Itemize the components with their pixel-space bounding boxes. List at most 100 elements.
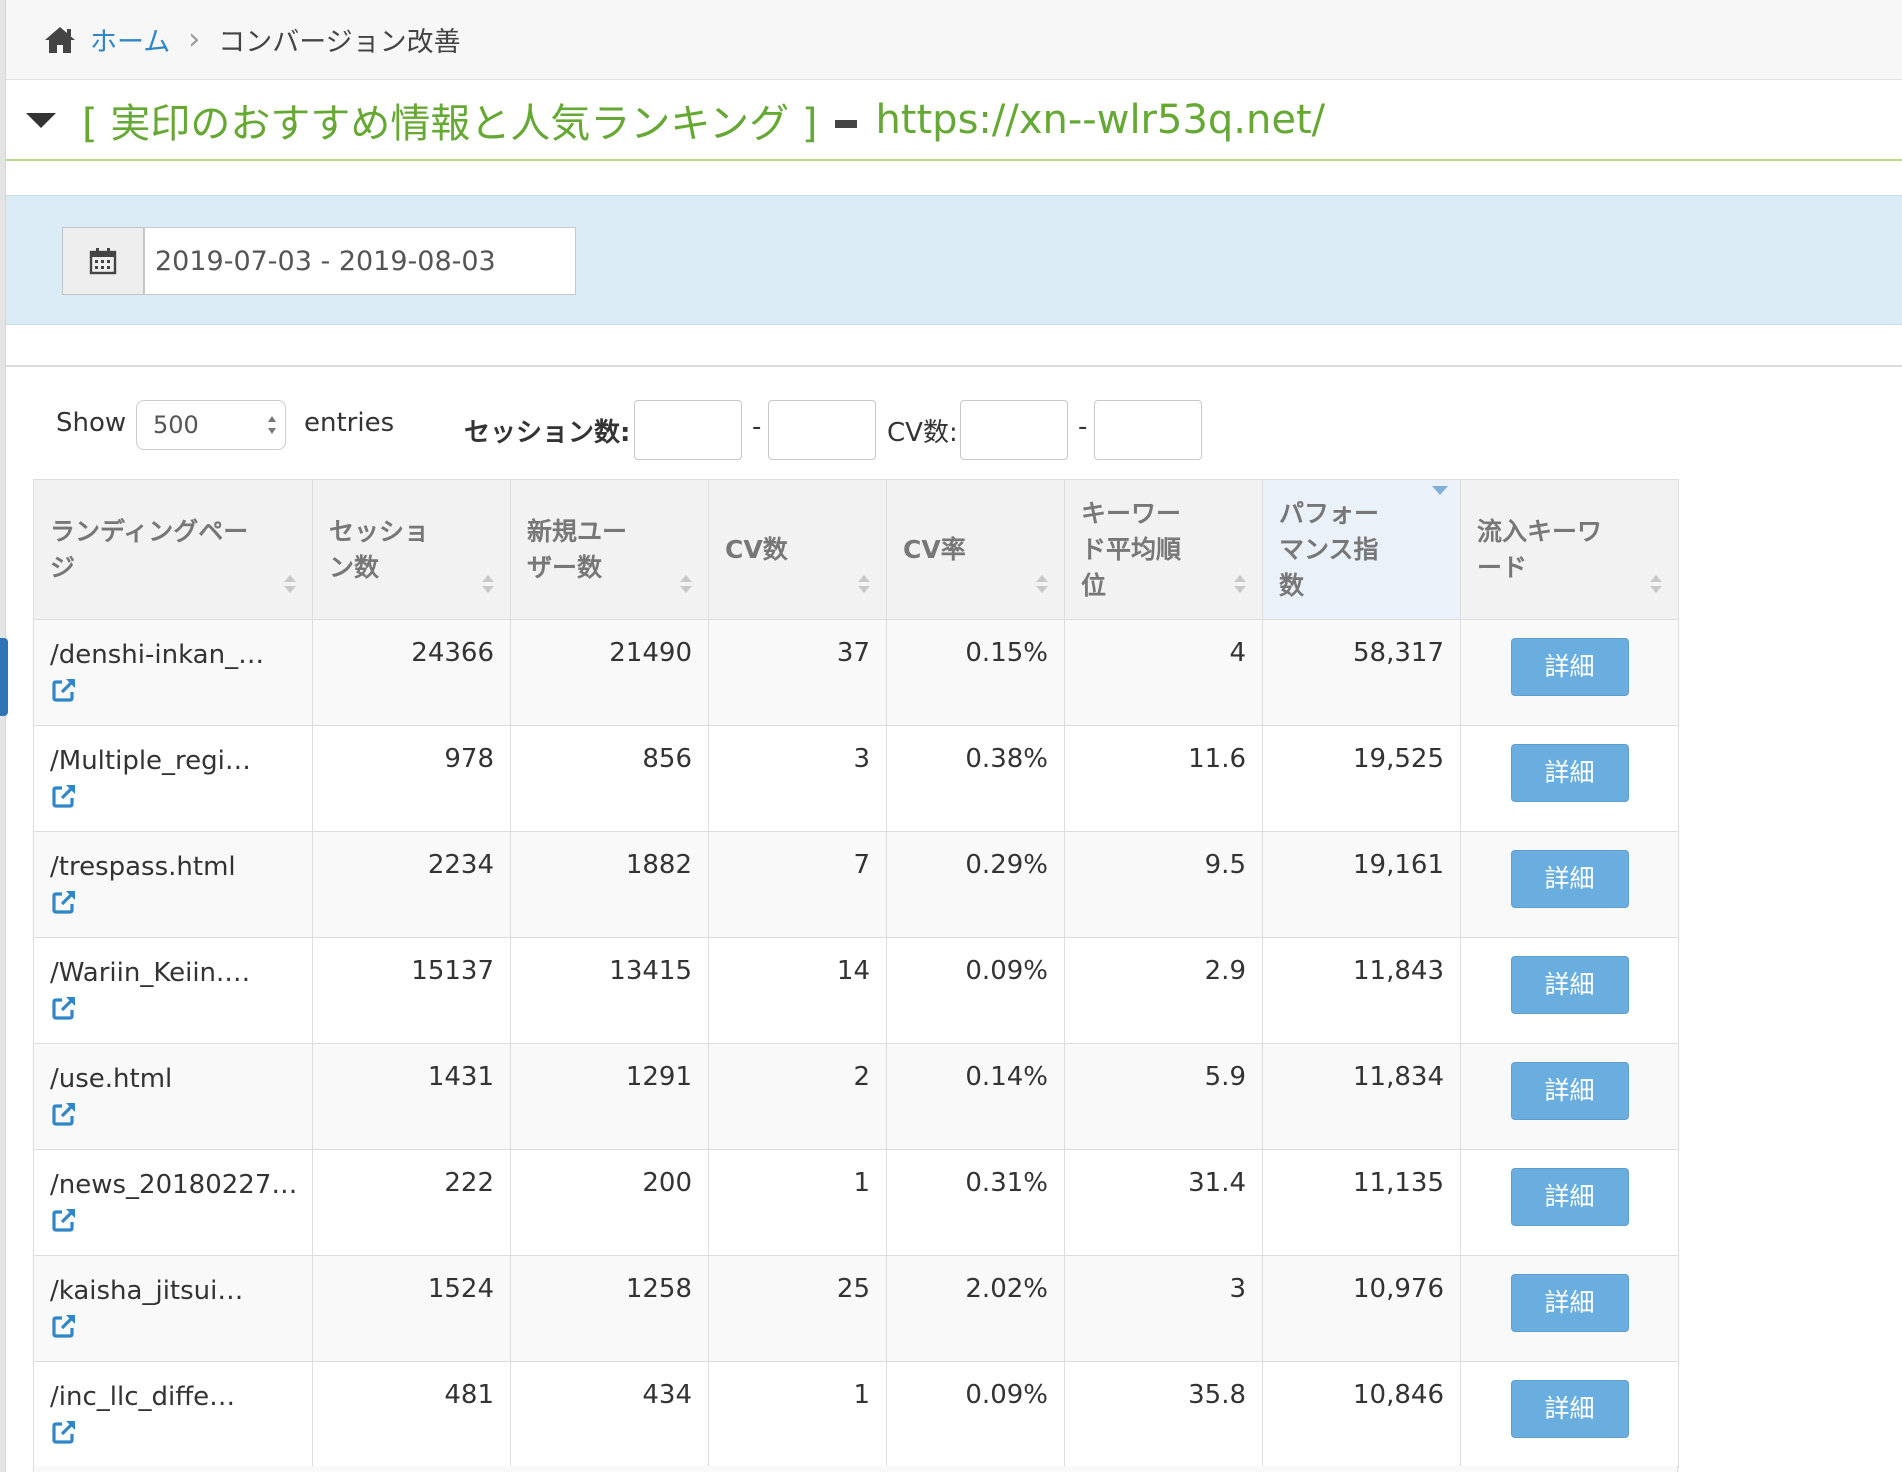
title-dash	[835, 120, 858, 128]
cell-cv_rate: 0.09%	[886, 1361, 1065, 1468]
column-header-new_users[interactable]: 新規ユーザー数	[510, 479, 709, 620]
column-header-cv_rate[interactable]: CV率	[886, 479, 1065, 620]
table-continuation	[33, 1466, 1678, 1472]
column-header-label: CV数	[725, 534, 788, 564]
cell-rank: 31.4	[1064, 1149, 1263, 1256]
external-link-icon[interactable]	[50, 782, 78, 810]
cell-keywords: 詳細	[1460, 1149, 1679, 1256]
site-url-link[interactable]: https://xn--wlr53q.net/	[875, 97, 1325, 143]
landing-page-path: /kaisha_jitsui…	[50, 1276, 244, 1306]
cell-sessions: 2234	[312, 831, 511, 938]
cell-cv_rate: 0.14%	[886, 1043, 1065, 1150]
sort-desc-icon	[1432, 486, 1448, 495]
session-min-input[interactable]	[634, 400, 742, 460]
home-icon	[45, 26, 75, 53]
cell-landing-page: /trespass.html	[33, 831, 313, 938]
sort-icon	[1234, 575, 1246, 593]
cell-cv_rate: 2.02%	[886, 1255, 1065, 1362]
cell-new_users: 1258	[510, 1255, 709, 1362]
cell-keywords: 詳細	[1460, 1361, 1679, 1468]
column-header-keywords[interactable]: 流入キーワード	[1460, 479, 1679, 620]
cell-cv: 25	[708, 1255, 887, 1362]
session-max-input[interactable]	[768, 400, 876, 460]
session-filter-label: セッション数:	[464, 418, 631, 448]
breadcrumb-separator: ›	[188, 22, 201, 57]
cell-landing-page: /Wariin_Keiin.…	[33, 937, 313, 1044]
cell-sessions: 1431	[312, 1043, 511, 1150]
cell-landing-page: /kaisha_jitsui…	[33, 1255, 313, 1362]
cell-perf: 10,846	[1262, 1361, 1461, 1468]
cell-keywords: 詳細	[1460, 1043, 1679, 1150]
cv-max-input[interactable]	[1094, 400, 1202, 460]
detail-button[interactable]: 詳細	[1510, 1168, 1629, 1226]
cell-new_users: 856	[510, 725, 709, 832]
sidebar-toggle-tab[interactable]	[0, 638, 8, 716]
site-name-title: [ 実印のおすすめ情報と人気ランキング ]	[82, 101, 818, 147]
select-arrows-icon	[268, 416, 276, 434]
cv-range-separator: -	[1078, 412, 1088, 442]
cell-new_users: 21490	[510, 619, 709, 726]
column-header-landing[interactable]: ランディングページ	[33, 479, 313, 620]
cv-min-input[interactable]	[960, 400, 1068, 460]
cell-keywords: 詳細	[1460, 937, 1679, 1044]
cell-cv_rate: 0.15%	[886, 619, 1065, 726]
external-link-icon[interactable]	[50, 1312, 78, 1340]
cell-keywords: 詳細	[1460, 831, 1679, 938]
landing-page-path: /Wariin_Keiin.…	[50, 958, 251, 988]
cell-keywords: 詳細	[1460, 1255, 1679, 1362]
entries-select[interactable]: 500	[136, 400, 286, 450]
column-header-cv[interactable]: CV数	[708, 479, 887, 620]
external-link-icon[interactable]	[50, 994, 78, 1022]
column-header-perf[interactable]: パフォーマンス指数	[1262, 479, 1461, 620]
cell-rank: 9.5	[1064, 831, 1263, 938]
table-header-row: ランディングページ セッション数 新規ユーザー数 CV数 CV率 キーワード平均順位 パフォ…	[33, 479, 1679, 620]
cell-rank: 3	[1064, 1255, 1263, 1362]
detail-button[interactable]: 詳細	[1510, 1380, 1629, 1438]
detail-button[interactable]: 詳細	[1510, 1274, 1629, 1332]
cell-new_users: 200	[510, 1149, 709, 1256]
show-label: Show	[56, 408, 127, 438]
cell-cv: 37	[708, 619, 887, 726]
column-header-label: パフォーマンス指数	[1279, 498, 1380, 600]
landing-page-path: /Multiple_regi…	[50, 746, 251, 776]
column-header-label: ランディングページ	[50, 516, 249, 582]
cell-sessions: 15137	[312, 937, 511, 1044]
cell-perf: 11,843	[1262, 937, 1461, 1044]
calendar-button[interactable]	[62, 227, 144, 295]
external-link-icon[interactable]	[50, 1100, 78, 1128]
cell-landing-page: /news_20180227…	[33, 1149, 313, 1256]
column-header-label: 流入キーワード	[1477, 516, 1603, 582]
cell-perf: 10,976	[1262, 1255, 1461, 1362]
external-link-icon[interactable]	[50, 1206, 78, 1234]
cell-landing-page: /inc_llc_diffe…	[33, 1361, 313, 1468]
table-row: /kaisha_jitsui… 1524 1258 25 2.02% 3 10,976 詳細	[33, 1255, 1679, 1362]
detail-button[interactable]: 詳細	[1510, 744, 1629, 802]
collapse-caret-icon[interactable]	[26, 112, 56, 128]
cell-sessions: 481	[312, 1361, 511, 1468]
detail-button[interactable]: 詳細	[1510, 1062, 1629, 1120]
table-row: /inc_llc_diffe… 481 434 1 0.09% 35.8 10,846 詳細	[33, 1361, 1679, 1468]
breadcrumb-home-link[interactable]: ホーム	[90, 20, 170, 59]
column-header-rank[interactable]: キーワード平均順位	[1064, 479, 1263, 620]
column-header-label: 新規ユーザー数	[527, 516, 628, 582]
detail-button[interactable]: 詳細	[1510, 850, 1629, 908]
table-row: /Wariin_Keiin.… 15137 13415 14 0.09% 2.9 11,84…	[33, 937, 1679, 1044]
column-header-sessions[interactable]: セッション数	[312, 479, 511, 620]
breadcrumb-current: コンバージョン改善	[218, 27, 461, 58]
table-row: /denshi-inkan_… 24366 21490 37 0.15% 4 58,317 詳…	[33, 619, 1679, 726]
external-link-icon[interactable]	[50, 1418, 78, 1446]
table-body: /denshi-inkan_… 24366 21490 37 0.15% 4 58,317 詳…	[33, 619, 1679, 1468]
cell-perf: 19,161	[1262, 831, 1461, 938]
page-title-bar: [ 実印のおすすめ情報と人気ランキング ] https://xn--wlr53q…	[6, 81, 1902, 161]
external-link-icon[interactable]	[50, 888, 78, 916]
sort-icon	[680, 575, 692, 593]
section-divider	[6, 365, 1902, 367]
sort-icon	[482, 575, 494, 593]
cell-sessions: 222	[312, 1149, 511, 1256]
detail-button[interactable]: 詳細	[1510, 638, 1629, 696]
cell-rank: 2.9	[1064, 937, 1263, 1044]
cell-landing-page: /Multiple_regi…	[33, 725, 313, 832]
detail-button[interactable]: 詳細	[1510, 956, 1629, 1014]
date-range-input[interactable]	[144, 227, 576, 295]
external-link-icon[interactable]	[50, 676, 78, 704]
